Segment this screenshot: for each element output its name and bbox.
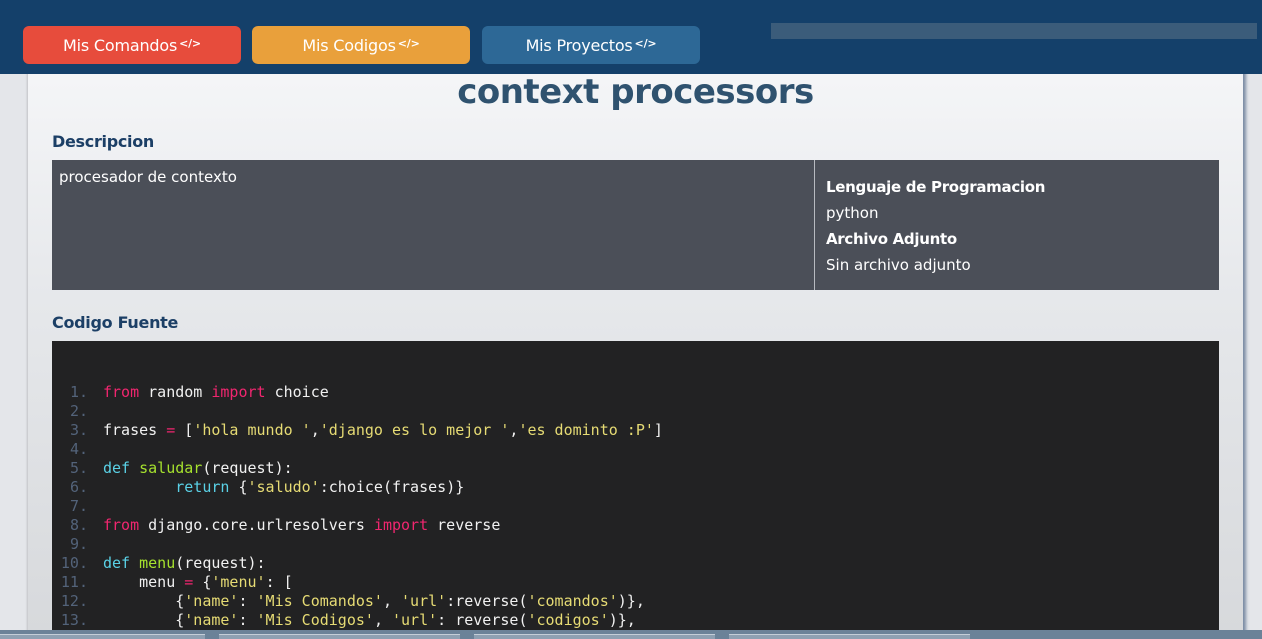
mis-codigos-button[interactable]: Mis Codigos </> <box>252 26 470 64</box>
code-text: {'name': 'Mis Codigos', 'url': reverse('… <box>175 611 636 629</box>
mis-comandos-label: Mis Comandos <box>63 35 178 55</box>
code-line: 12. {'name': 'Mis Comandos', 'url':rever… <box>52 592 1219 611</box>
line-number: 9. <box>69 535 88 553</box>
code-text: {'name': 'Mis Comandos', 'url':reverse('… <box>175 592 645 610</box>
line-number: 7. <box>69 497 88 515</box>
code-text: menu = {'menu': [ <box>139 573 293 591</box>
code-line: 13. {'name': 'Mis Codigos', 'url': rever… <box>52 611 1219 630</box>
code-text: from django.core.urlresolvers import rev… <box>103 516 501 534</box>
line-number: 13. <box>60 611 88 629</box>
bottom-tab[interactable] <box>729 634 970 639</box>
descripcion-text: procesador de contexto <box>52 160 815 290</box>
adjunto-value: Sin archivo adjunto <box>826 256 971 274</box>
code-line: 9. <box>52 535 1219 554</box>
code-text: frases = ['hola mundo ','django es lo me… <box>103 421 663 439</box>
mis-proyectos-label: Mis Proyectos <box>525 35 633 55</box>
mis-proyectos-button[interactable]: Mis Proyectos </> <box>482 26 700 64</box>
line-number: 6. <box>69 478 88 496</box>
bottom-tab[interactable] <box>219 634 460 639</box>
codigo-fuente-label: Codigo Fuente <box>52 313 179 332</box>
descripcion-label: Descripcion <box>52 132 155 151</box>
line-number: 12. <box>60 592 88 610</box>
bottom-tab[interactable] <box>474 634 715 639</box>
top-navbar: Mis Comandos </> Mis Codigos </> Mis Proye… <box>0 0 1262 74</box>
code-text: return {'saludo':choice(frases)} <box>175 478 465 496</box>
code-text: def menu(request): <box>103 554 266 572</box>
code-icon: </> <box>179 36 201 50</box>
code-icon: </> <box>397 36 420 50</box>
lenguaje-value: python <box>826 204 879 222</box>
info-box: procesador de contexto Lenguaje de Progr… <box>52 160 1219 290</box>
bottom-tab[interactable] <box>0 634 205 639</box>
code-line: 2. <box>52 402 1219 421</box>
code-line: 4. <box>52 440 1219 459</box>
code-line: 3. frases = ['hola mundo ','django es lo … <box>52 421 1219 440</box>
code-text: def saludar(request): <box>103 459 293 477</box>
source-code-block[interactable]: 1. from random import choice 2. 3. frases = … <box>52 341 1219 639</box>
line-number: 5. <box>69 459 88 477</box>
code-text: from random import choice <box>103 383 329 401</box>
adjunto-label: Archivo Adjunto <box>826 230 957 248</box>
line-number: 8. <box>69 516 88 534</box>
code-line: 6. return {'saludo':choice(frases)} <box>52 478 1219 497</box>
line-number: 2. <box>69 402 88 420</box>
line-number: 4. <box>69 440 88 458</box>
lenguaje-label: Lenguaje de Programacion <box>826 178 1046 196</box>
code-line: 10. def menu(request): <box>52 554 1219 573</box>
line-number: 10. <box>60 554 88 572</box>
mis-codigos-label: Mis Codigos <box>302 35 396 55</box>
line-number: 3. <box>69 421 88 439</box>
code-line: 8. from django.core.urlresolvers import r… <box>52 516 1219 535</box>
code-line: 1. from random import choice <box>52 383 1219 402</box>
page-title: context processors <box>457 72 814 112</box>
code-line: 7. <box>52 497 1219 516</box>
code-detail-panel: context processors Descripcion procesado… <box>28 62 1243 639</box>
mis-comandos-button[interactable]: Mis Comandos </> <box>23 26 241 64</box>
line-number: 11. <box>60 573 88 591</box>
code-line: 5. def saludar(request): <box>52 459 1219 478</box>
search-bar[interactable] <box>771 23 1257 39</box>
bottom-scroll-strip <box>0 630 1262 639</box>
meta-panel: Lenguaje de Programacion python Archivo … <box>815 160 1219 290</box>
code-line: 11. menu = {'menu': [ <box>52 573 1219 592</box>
line-number: 1. <box>69 383 88 401</box>
code-icon: </> <box>634 36 657 50</box>
